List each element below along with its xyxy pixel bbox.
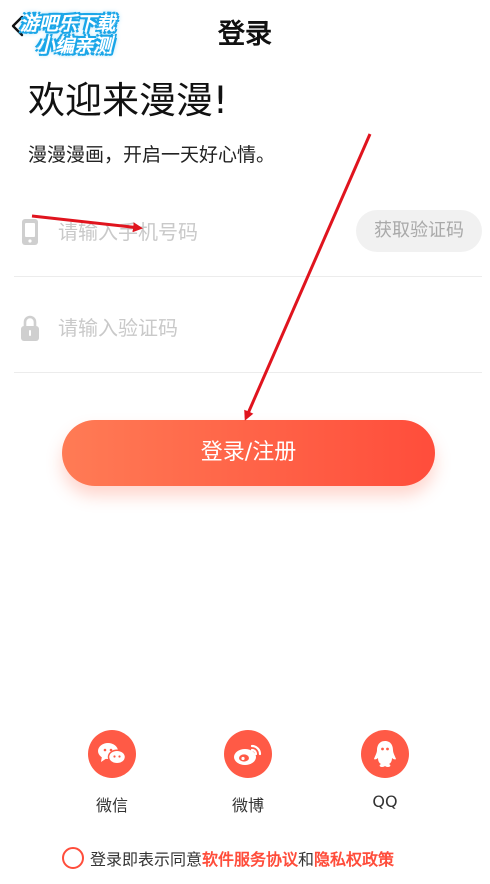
wechat-icon: [88, 730, 136, 778]
agreement-and: 和: [298, 850, 315, 869]
welcome-title: 欢迎来漫漫!: [28, 79, 228, 122]
phone-input[interactable]: [58, 214, 338, 250]
qq-label: QQ: [372, 792, 398, 811]
code-input[interactable]: [58, 310, 338, 346]
wechat-login-button[interactable]: 微信: [72, 730, 152, 816]
agreement-checkbox[interactable]: [62, 847, 84, 869]
lock-icon: [20, 314, 40, 342]
qq-login-button[interactable]: QQ: [345, 730, 425, 811]
watermark-logo: 游吧乐下载 小编亲测: [10, 13, 150, 58]
phone-field-row: 获取验证码: [14, 186, 482, 277]
privacy-link[interactable]: 隐私权政策: [314, 846, 394, 870]
weibo-icon: [224, 730, 272, 778]
watermark-line-1: 游吧乐下载: [20, 13, 116, 35]
welcome-subtitle: 漫漫漫画，开启一天好心情。: [28, 144, 276, 166]
qq-icon: [361, 730, 409, 778]
weibo-label: 微博: [231, 796, 264, 815]
wechat-label: 微信: [95, 796, 128, 815]
login-register-button[interactable]: 登录/注册: [62, 420, 435, 486]
code-field-row: [14, 282, 482, 373]
terms-link[interactable]: 软件服务协议: [202, 846, 298, 870]
weibo-login-button[interactable]: 微博: [208, 730, 288, 816]
watermark-line-2: 小编亲测: [36, 34, 113, 57]
phone-icon: [20, 218, 40, 246]
agreement-prefix: 登录即表示同意: [90, 850, 203, 869]
get-code-button[interactable]: 获取验证码: [356, 210, 482, 252]
agreement-row: 登录即表示同意 软件服务协议 和 隐私权政策: [62, 844, 394, 872]
